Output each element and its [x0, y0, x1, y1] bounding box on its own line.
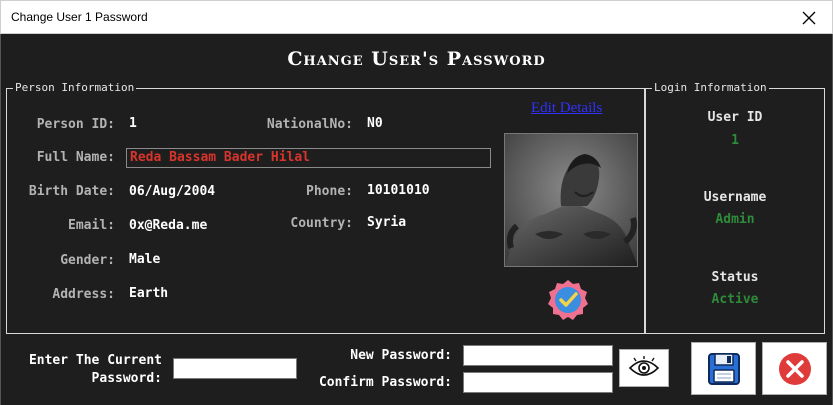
current-password-label-line1: Enter The Current — [28, 353, 162, 368]
status-label: Status — [711, 270, 759, 285]
country-label: Country: — [290, 216, 353, 231]
floppy-disk-icon — [707, 352, 740, 385]
user-id-label: User ID — [707, 110, 763, 125]
new-password-label: New Password: — [350, 348, 452, 363]
cancel-icon — [778, 352, 811, 385]
phone-label: Phone: — [306, 184, 353, 199]
phone-value: 10101010 — [367, 183, 430, 198]
birth-date-value: 06/Aug/2004 — [129, 184, 216, 199]
current-password-label-line2: Password: — [91, 371, 162, 386]
current-password-input[interactable] — [173, 358, 297, 379]
edit-details-link[interactable]: Edit Details — [531, 100, 602, 117]
email-value: 0x@Reda.me — [129, 218, 208, 233]
national-no-value: N0 — [367, 116, 383, 131]
full-name-label: Full Name: — [36, 150, 115, 165]
new-password-input[interactable] — [463, 345, 613, 366]
close-icon — [802, 11, 816, 24]
page-title: Change User's Password — [287, 48, 546, 70]
show-password-button[interactable] — [619, 349, 669, 387]
person-photo-image — [505, 134, 637, 266]
cancel-button[interactable] — [762, 342, 827, 395]
person-id-label: Person ID: — [36, 117, 115, 132]
window-title: Change User 1 Password — [11, 10, 148, 24]
person-information-legend: Person Information — [13, 81, 137, 94]
window-close-button[interactable] — [786, 1, 832, 34]
username-label: Username — [703, 190, 767, 205]
full-name-value: Reda Bassam Bader Hilal — [130, 150, 311, 165]
confirm-password-label: Confirm Password: — [318, 375, 452, 390]
gender-label: Gender: — [60, 253, 115, 268]
person-id-value: 1 — [129, 116, 137, 131]
address-value: Earth — [129, 286, 169, 301]
birth-date-label: Birth Date: — [28, 184, 115, 199]
title-bar: Change User 1 Password — [0, 0, 833, 34]
verified-badge-icon — [548, 280, 588, 320]
login-information-legend: Login Information — [652, 81, 769, 94]
gender-value: Male — [129, 252, 161, 267]
user-id-value: 1 — [731, 133, 739, 148]
full-name-field: Reda Bassam Bader Hilal — [126, 148, 491, 168]
confirm-password-input[interactable] — [463, 372, 613, 393]
status-value: Active — [711, 292, 759, 307]
national-no-label: NationalNo: — [266, 117, 353, 132]
person-photo — [504, 133, 638, 267]
save-button[interactable] — [691, 342, 756, 395]
country-value: Syria — [367, 215, 407, 230]
username-value: Admin — [715, 212, 755, 227]
verified-badge — [546, 278, 590, 322]
email-label: Email: — [68, 218, 115, 233]
address-label: Address: — [52, 287, 115, 302]
current-password-label: Enter The Current Password: — [18, 352, 162, 388]
eye-icon — [628, 356, 660, 376]
